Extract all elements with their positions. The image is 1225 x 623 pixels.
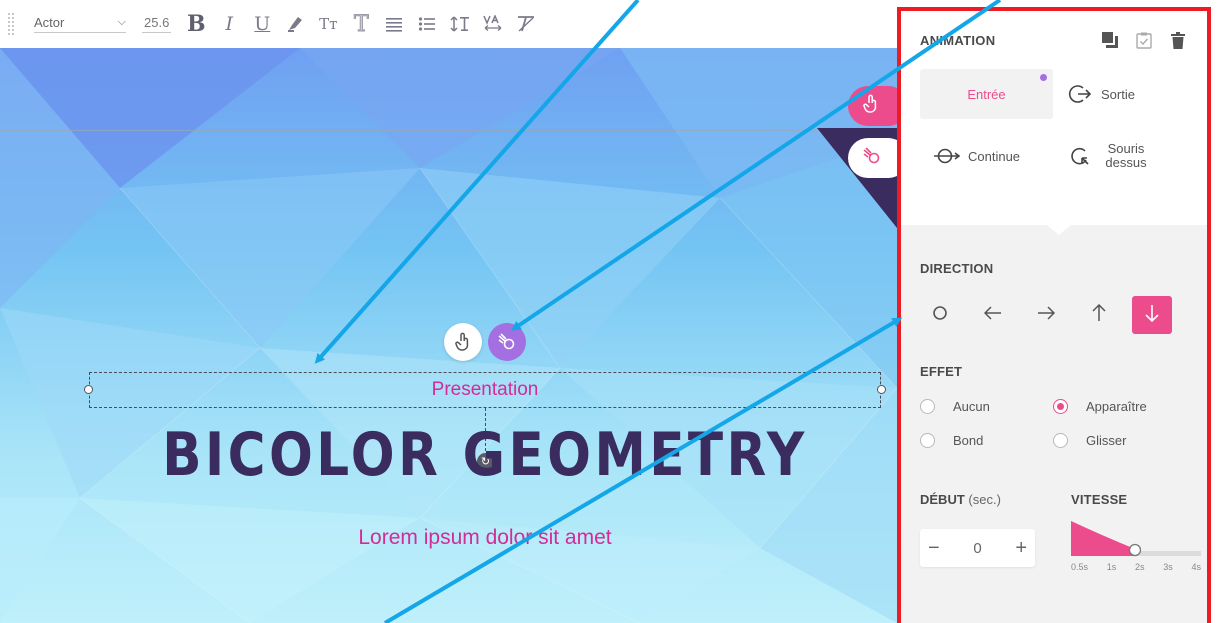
font-family-value: Actor (34, 15, 65, 30)
tab-pointer (1047, 225, 1071, 235)
tap-hand-icon (862, 94, 880, 119)
increment-button[interactable]: + (1015, 537, 1027, 560)
bold-button[interactable]: B (183, 11, 209, 37)
text-toolbar: Actor ⌵ 25.6 B I U Tт T (0, 0, 897, 48)
presentation-text[interactable]: Presentation (432, 379, 539, 401)
interaction-tab-button[interactable] (848, 86, 897, 126)
line-height-icon[interactable] (447, 11, 473, 37)
arrow-down-icon (1144, 304, 1160, 327)
none-circle-icon (932, 305, 948, 326)
effect-bond-option[interactable]: Bond (920, 433, 1053, 448)
letter-spacing-icon[interactable] (480, 11, 506, 37)
layers-icon[interactable] (1099, 29, 1121, 51)
speed-tick-4[interactable]: 4s (1191, 562, 1201, 572)
effect-bond-label: Bond (953, 433, 984, 448)
panel-title: ANIMATION (920, 32, 996, 48)
speed-slider-thumb (1128, 543, 1142, 557)
speed-tick-2[interactable]: 2s (1135, 562, 1145, 572)
start-label: DÉBUT (sec.) (920, 492, 1035, 507)
radio-apparaitre[interactable] (1053, 399, 1068, 414)
selected-text-box[interactable]: Presentation (84, 372, 886, 408)
guide-line (0, 130, 897, 131)
element-animation-button[interactable] (488, 323, 526, 361)
speed-tick-3[interactable]: 3s (1163, 562, 1173, 572)
decrement-button[interactable]: − (928, 537, 940, 560)
arrow-up-icon (1091, 303, 1107, 327)
speed-tick-0[interactable]: 0.5s (1071, 562, 1088, 572)
direction-down-button[interactable] (1132, 296, 1172, 334)
start-label-text: DÉBUT (920, 492, 965, 507)
direction-right-button[interactable] (1026, 296, 1066, 334)
font-size-input[interactable]: 25.6 (142, 15, 172, 33)
exit-arrow-icon (1067, 83, 1093, 105)
tab-souris-dessus-label: Souris dessus (1105, 141, 1147, 170)
effect-aucun-option[interactable]: Aucun (920, 399, 1053, 414)
start-unit-text: (sec.) (968, 492, 1001, 507)
effect-label: EFFET (920, 364, 963, 379)
clear-format-icon[interactable] (513, 11, 539, 37)
text-case-button[interactable]: Tт (315, 11, 341, 37)
animation-panel: ANIMATION Entrée Sortie Continue Souris … (897, 7, 1211, 623)
direction-none-button[interactable] (920, 296, 960, 334)
element-interaction-button[interactable] (444, 323, 482, 361)
speed-ticks: 0.5s 1s 2s 3s 4s (1071, 562, 1201, 572)
direction-up-button[interactable] (1079, 296, 1119, 334)
effect-apparaitre-label: Apparaître (1086, 399, 1147, 414)
subtitle-text[interactable]: Lorem ipsum dolor sit amet (100, 526, 870, 550)
direction-label: DIRECTION (920, 261, 994, 276)
continue-icon (934, 145, 960, 167)
tab-souris-dessus[interactable]: Souris dessus (1053, 131, 1193, 181)
animation-tab-button[interactable] (848, 138, 897, 178)
radio-glisser[interactable] (1053, 433, 1068, 448)
animation-meteor-icon (862, 146, 882, 171)
effect-glisser-option[interactable]: Glisser (1053, 433, 1193, 448)
arrow-left-icon (983, 305, 1002, 326)
drag-handle-icon[interactable] (8, 13, 14, 35)
highlighter-icon[interactable] (282, 11, 308, 37)
effect-apparaitre-option[interactable]: Apparaître (1053, 399, 1193, 414)
start-delay-stepper[interactable]: − 0 + (920, 529, 1035, 567)
slide-canvas[interactable]: Presentation ↻ BICOLOR GEOMETRY Lorem ip… (0, 48, 897, 623)
radio-aucun[interactable] (920, 399, 935, 414)
radio-bond[interactable] (920, 433, 935, 448)
speed-tick-1[interactable]: 1s (1107, 562, 1117, 572)
active-dot-icon (1040, 74, 1047, 81)
underline-button[interactable]: U (249, 11, 275, 37)
arrow-right-icon (1037, 305, 1056, 326)
chevron-down-icon: ⌵ (117, 16, 126, 28)
effect-glisser-label: Glisser (1086, 433, 1127, 448)
effect-aucun-label: Aucun (953, 399, 990, 414)
tab-continue[interactable]: Continue (920, 131, 1053, 181)
tab-entree[interactable]: Entrée (920, 69, 1053, 119)
italic-button[interactable]: I (216, 11, 242, 37)
start-delay-value[interactable]: 0 (973, 540, 981, 557)
speed-curve-slider[interactable] (1071, 515, 1201, 557)
bullet-list-icon[interactable] (414, 11, 440, 37)
hover-icon (1067, 145, 1093, 167)
resize-handle-left[interactable] (84, 385, 93, 394)
text-outline-button[interactable]: T (348, 11, 374, 37)
trash-icon[interactable] (1167, 29, 1189, 51)
tab-continue-label: Continue (968, 148, 1021, 164)
tab-sortie[interactable]: Sortie (1053, 69, 1193, 119)
direction-left-button[interactable] (973, 296, 1013, 334)
align-justify-icon[interactable] (381, 11, 407, 37)
font-family-select[interactable]: Actor ⌵ (34, 15, 126, 33)
tab-sortie-label: Sortie (1101, 86, 1135, 102)
headline-text[interactable]: BICOLOR GEOMETRY (154, 420, 816, 490)
checklist-icon[interactable] (1133, 29, 1155, 51)
tab-entree-label: Entrée (967, 86, 1006, 102)
speed-label: VITESSE (1071, 492, 1128, 507)
resize-handle-right[interactable] (877, 385, 886, 394)
